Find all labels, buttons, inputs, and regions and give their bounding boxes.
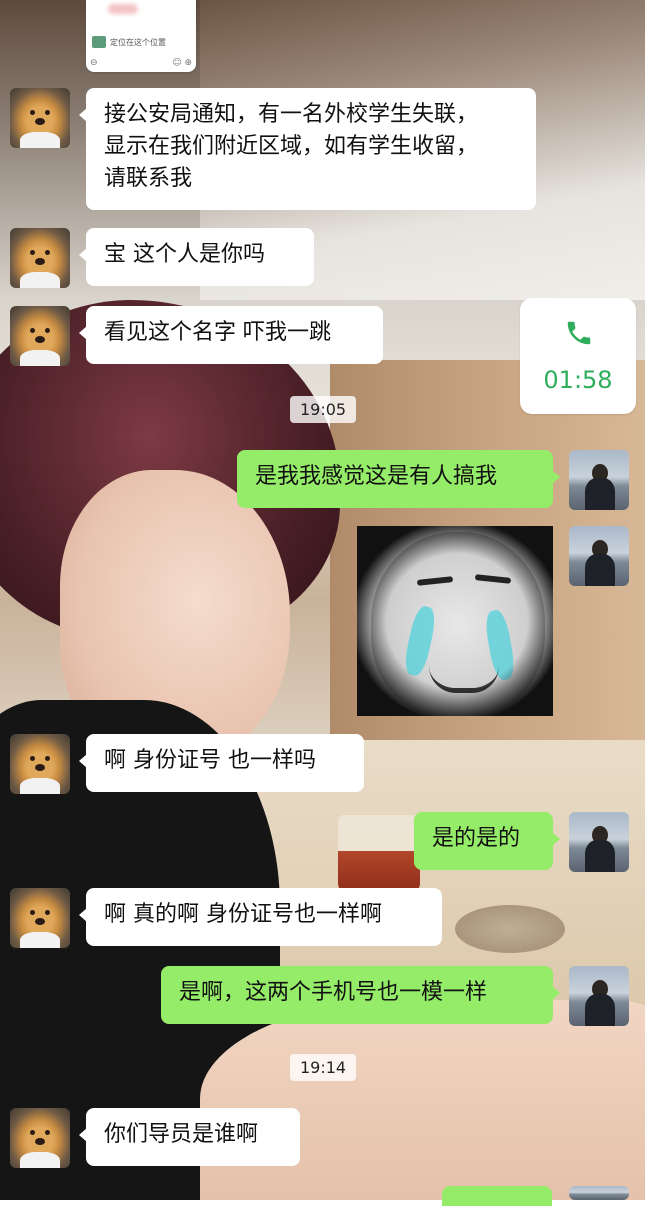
location-row: 定位在这个位置 [92, 36, 166, 48]
avatar-contact[interactable] [10, 306, 70, 366]
avatar-self[interactable] [569, 526, 629, 586]
avatar-contact[interactable] [10, 888, 70, 948]
avatar-contact[interactable] [10, 734, 70, 794]
avatar-self[interactable] [569, 966, 629, 1026]
message-incoming[interactable]: 宝 这个人是你吗 [79, 228, 314, 286]
message-incoming[interactable]: 啊 真的啊 身份证号也一样啊 [79, 888, 442, 946]
phone-icon [567, 321, 591, 345]
location-text: 定位在这个位置 [110, 37, 166, 47]
emoji-add-icon[interactable]: ☺ ⊕ [172, 58, 192, 68]
map-thumbnail-icon [92, 36, 106, 48]
avatar-contact[interactable] [10, 1108, 70, 1168]
voice-call-record[interactable]: 01:58 [520, 298, 636, 414]
message-incoming[interactable]: 你们导员是谁啊 [79, 1108, 300, 1166]
message-incoming[interactable]: 啊 身份证号 也一样吗 [79, 734, 364, 792]
message-outgoing[interactable]: 是啊，这两个手机号也一模一样 [161, 966, 560, 1024]
avatar-contact[interactable] [10, 228, 70, 288]
timestamp: 19:05 [290, 396, 357, 423]
blurred-name [108, 4, 138, 14]
message-outgoing[interactable]: 是的是的 [414, 812, 560, 870]
call-duration: 01:58 [543, 366, 613, 394]
avatar-self[interactable] [569, 812, 629, 872]
message-outgoing-partial[interactable] [442, 1186, 552, 1206]
timestamp: 19:14 [290, 1054, 357, 1081]
shared-location-card[interactable]: 定位在这个位置 ⊖ ☺ ⊕ [86, 0, 196, 72]
message-incoming[interactable]: 接公安局通知，有一名外校学生失联， 显示在我们附近区域，如有学生收留， 请联系我 [79, 88, 536, 210]
minus-icon[interactable]: ⊖ [90, 58, 98, 68]
avatar-self[interactable] [569, 1186, 629, 1200]
message-incoming[interactable]: 看见这个名字 吓我一跳 [79, 306, 383, 364]
avatar-contact[interactable] [10, 88, 70, 148]
crying-face-sticker[interactable] [357, 526, 553, 716]
avatar-self[interactable] [569, 450, 629, 510]
message-outgoing[interactable]: 是我我感觉这是有人搞我 [237, 450, 560, 508]
